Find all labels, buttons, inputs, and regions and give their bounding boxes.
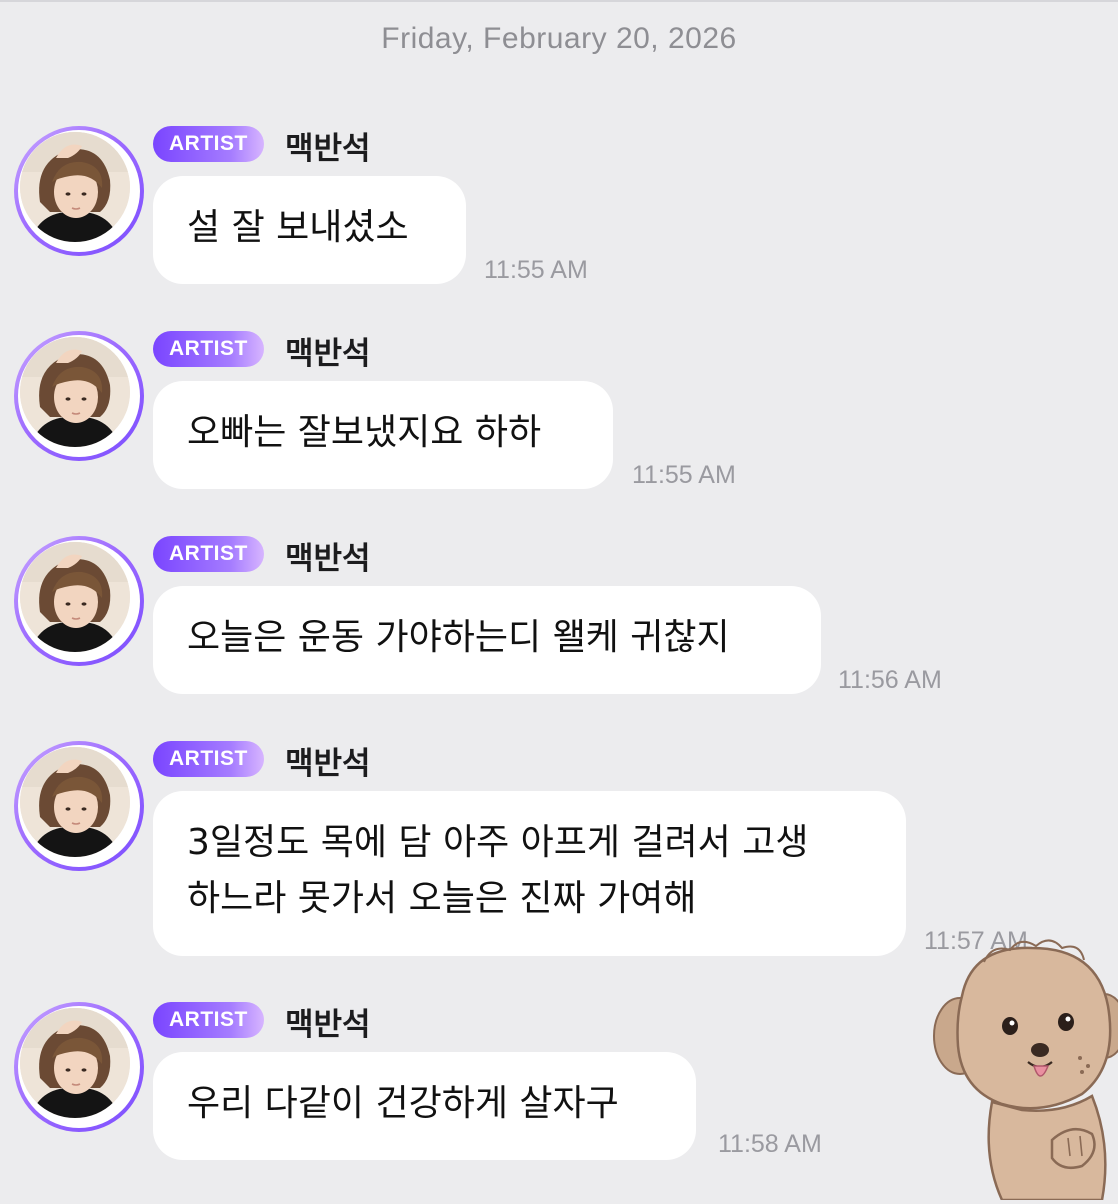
message-bubble[interactable]: 오늘은 운동 가야하는디 왤케 귀찮지 [153, 586, 821, 694]
message-text: 설 잘 보내셨소 [187, 207, 409, 248]
artist-badge: ARTIST [153, 1002, 264, 1038]
sender-name[interactable]: 맥반석 [285, 123, 371, 168]
artist-profile-photo-icon [20, 1008, 130, 1118]
message-timestamp: 11:55 AM [632, 461, 736, 489]
sender-name[interactable]: 맥반석 [285, 738, 371, 783]
artist-badge: ARTIST [153, 331, 264, 367]
artist-profile-photo-icon [20, 747, 130, 857]
artist-badge: ARTIST [153, 126, 264, 162]
avatar[interactable] [14, 1002, 144, 1132]
message-text: 우리 다같이 건강하게 살자구 [187, 1083, 619, 1124]
avatar[interactable] [14, 331, 144, 461]
top-divider [0, 0, 1118, 2]
avatar[interactable] [14, 741, 144, 871]
message-bubble[interactable]: 3일정도 목에 담 아주 아프게 걸려서 고생 하느라 못가서 오늘은 진짜 가… [153, 791, 906, 956]
message-text: 오늘은 운동 가야하는디 왤케 귀찮지 [187, 617, 730, 658]
message-bubble[interactable]: 우리 다같이 건강하게 살자구 [153, 1052, 696, 1160]
message-timestamp: 11:55 AM [484, 256, 588, 284]
avatar[interactable] [14, 126, 144, 256]
avatar[interactable] [14, 536, 144, 666]
message-bubble[interactable]: 오빠는 잘보냈지요 하하 [153, 381, 613, 489]
message-bubble[interactable]: 설 잘 보내셨소 [153, 176, 466, 284]
date-header: Friday, February 20, 2026 [381, 22, 737, 55]
sender-name[interactable]: 맥반석 [285, 328, 371, 373]
sender-name[interactable]: 맥반석 [285, 999, 371, 1044]
artist-badge: ARTIST [153, 741, 264, 777]
artist-badge: ARTIST [153, 536, 264, 572]
message-timestamp: 11:58 AM [718, 1130, 822, 1158]
artist-profile-photo-icon [20, 132, 130, 242]
artist-profile-photo-icon [20, 542, 130, 652]
brown-puppy-sticker-icon [932, 926, 1118, 1202]
message-text: 오빠는 잘보냈지요 하하 [187, 412, 542, 453]
message-timestamp: 11:56 AM [838, 666, 942, 694]
artist-profile-photo-icon [20, 337, 130, 447]
message-text-line: 3일정도 목에 담 아주 아프게 걸려서 고생 [187, 822, 809, 863]
sender-name[interactable]: 맥반석 [285, 533, 371, 578]
message-text-line: 하느라 못가서 오늘은 진짜 가여해 [187, 878, 697, 919]
